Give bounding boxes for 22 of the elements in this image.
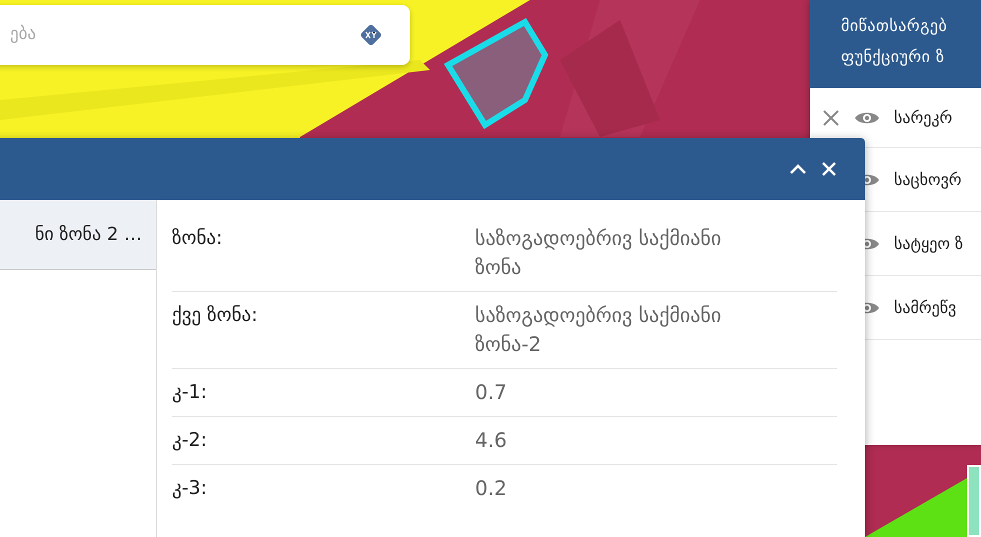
result-item[interactable]: ნი ზონა 2 … bbox=[0, 200, 156, 270]
search-input[interactable]: ება bbox=[8, 21, 358, 49]
property-value: საზოგადოებრივ საქმიანი ზონა-2 bbox=[475, 302, 722, 358]
close-button[interactable] bbox=[821, 161, 837, 177]
remove-icon[interactable] bbox=[822, 108, 840, 126]
layer-label[interactable]: სარეკრ bbox=[894, 106, 952, 130]
property-value: 0.7 bbox=[475, 379, 508, 406]
property-value: საზოგადოებრივ საქმიანი ზონა bbox=[475, 225, 722, 281]
search-field[interactable]: ება bbox=[0, 5, 410, 65]
property-label: კ-1: bbox=[172, 380, 208, 405]
panel-title: ფუნქციური ზ bbox=[841, 46, 946, 68]
property-label: ქვე ზონა: bbox=[172, 303, 259, 328]
property-label: კ-2: bbox=[172, 428, 208, 453]
property-label: კ-3: bbox=[172, 476, 208, 501]
property-value: 0.2 bbox=[475, 475, 508, 502]
panel-title: მიწათსარგებ bbox=[841, 15, 948, 37]
layer-label[interactable]: საცხოვრ bbox=[894, 168, 962, 192]
layer-label[interactable]: სატყეო ზ bbox=[894, 232, 964, 256]
collapse-button[interactable] bbox=[789, 163, 807, 175]
layer-label[interactable]: სამრეწვ bbox=[894, 296, 956, 320]
property-value: 4.6 bbox=[475, 427, 508, 454]
property-label: ზონა: bbox=[172, 226, 224, 251]
